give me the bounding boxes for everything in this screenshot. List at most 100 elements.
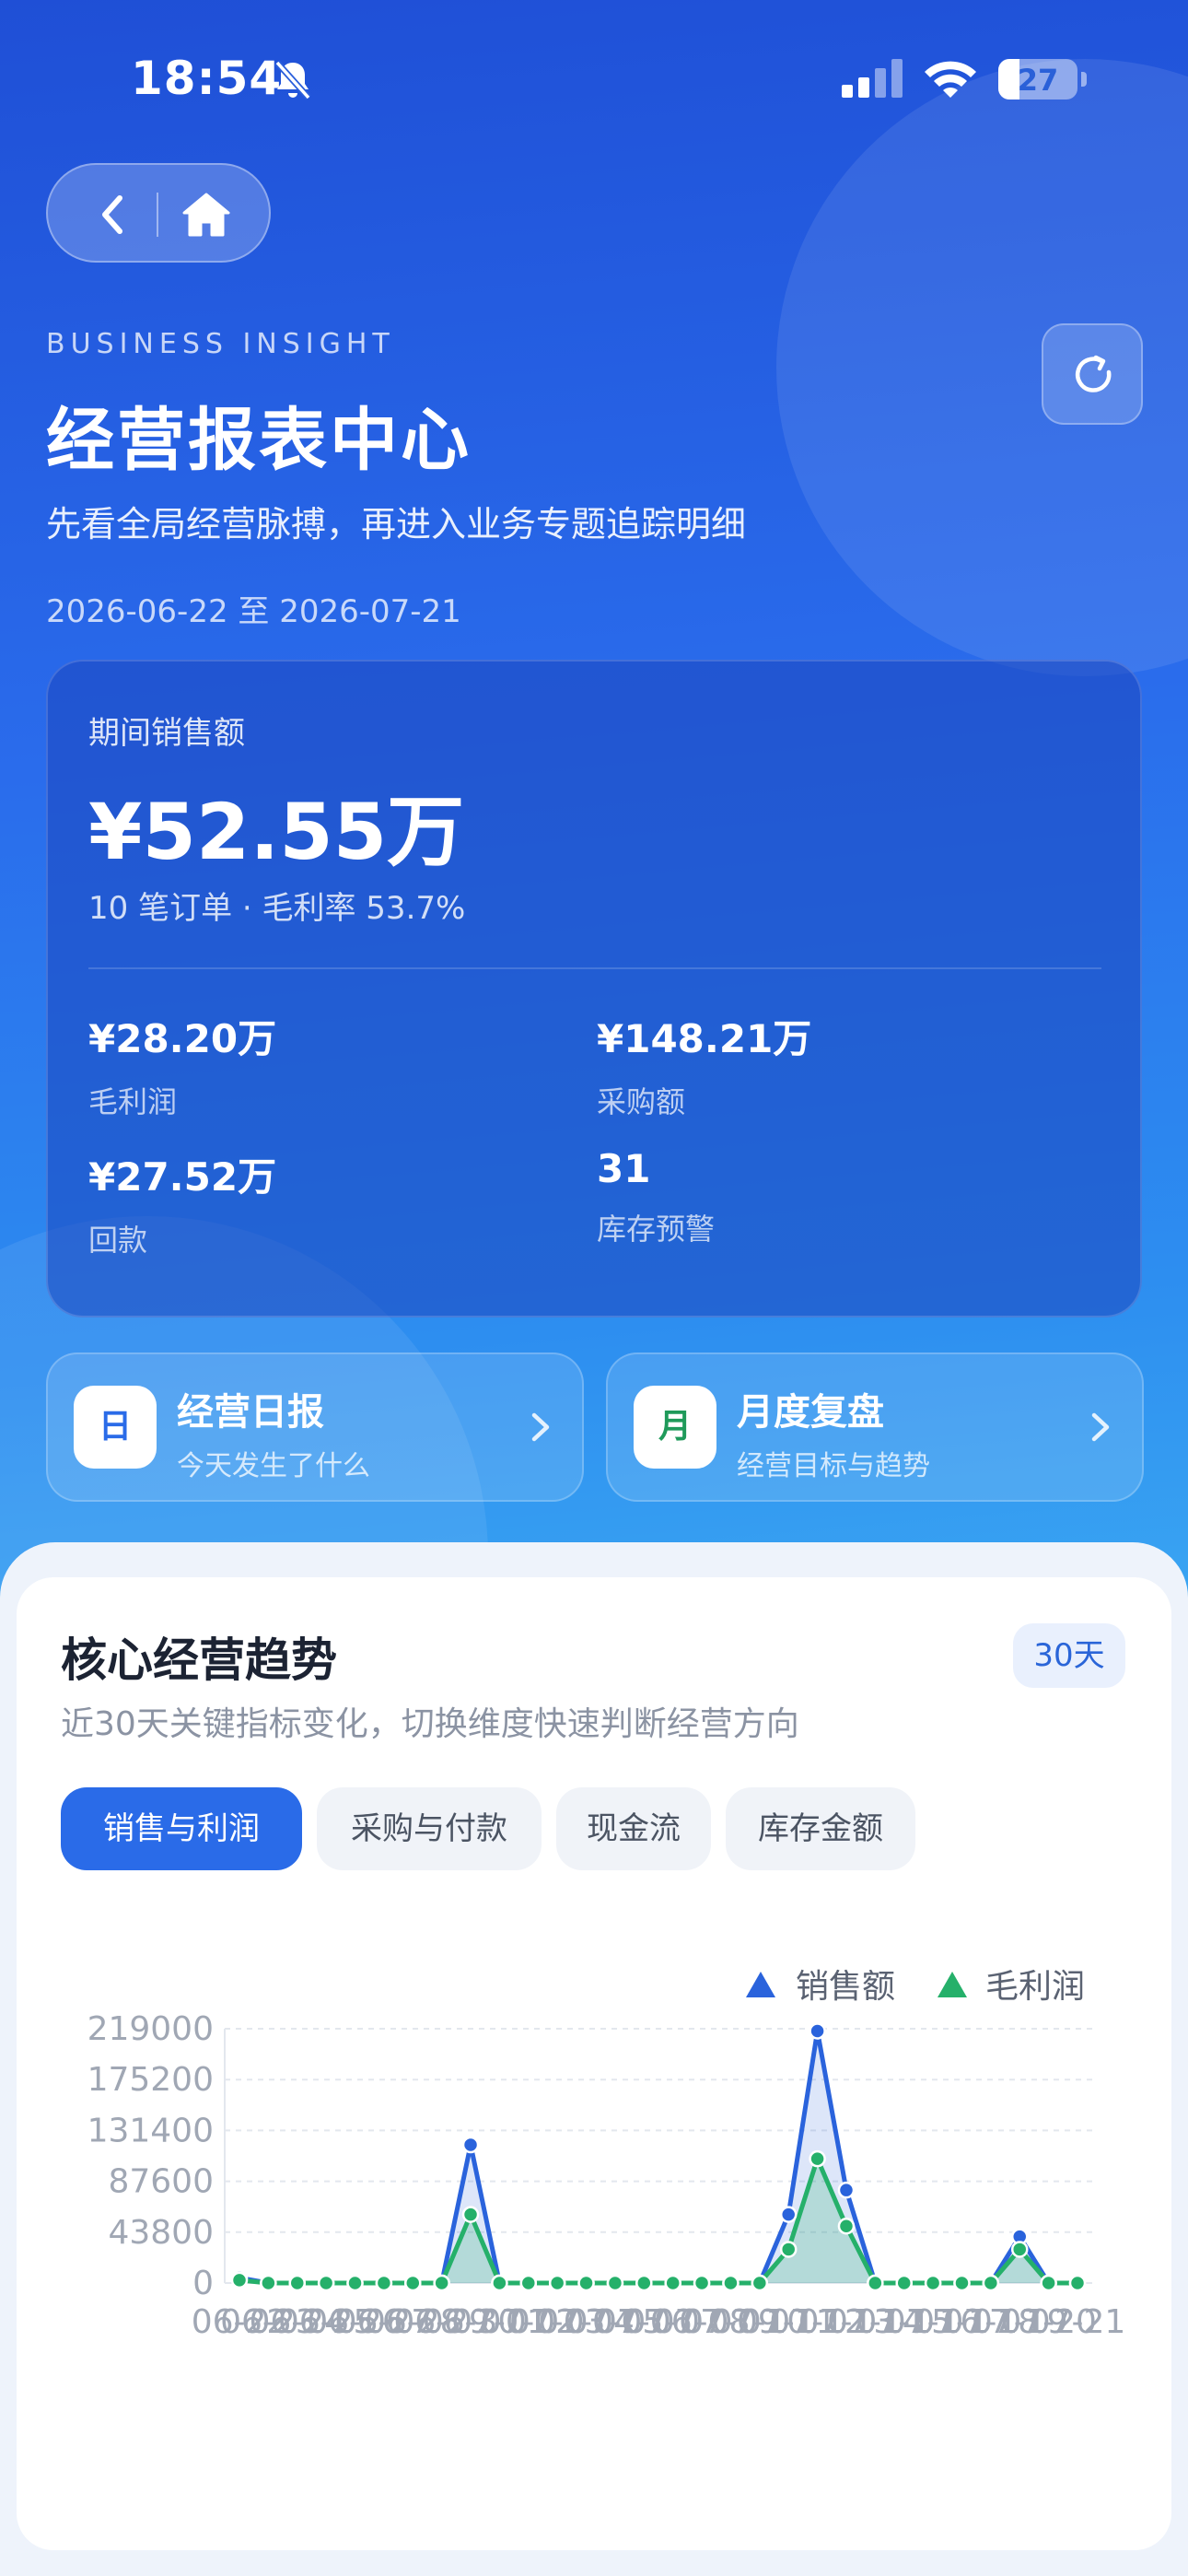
nav-capsule — [46, 163, 271, 263]
hero-section: 18:54 27 BUSINESS INSIGHT 经营报表中心 先看全局经营脉… — [0, 0, 1188, 1622]
data-point[interactable] — [751, 2274, 769, 2292]
page-subtitle: 先看全局经营脉搏，再进入业务专题追踪明细 — [46, 504, 747, 544]
date-range: 2026-06-22 至 2026-07-21 — [46, 593, 461, 630]
data-point[interactable] — [635, 2274, 653, 2292]
data-point[interactable] — [982, 2274, 1000, 2292]
data-point[interactable] — [809, 2022, 826, 2040]
data-point[interactable] — [837, 2217, 856, 2235]
battery-cap — [1081, 72, 1087, 87]
nav-divider — [157, 193, 158, 237]
summary-divider — [88, 967, 1101, 969]
wifi-icon — [925, 61, 976, 98]
sales-value: ¥52.55万 — [88, 787, 465, 877]
month-badge: 月 — [634, 1386, 716, 1469]
data-point[interactable] — [895, 2274, 913, 2292]
y-tick-label: 0 — [192, 2265, 214, 2302]
data-point[interactable] — [288, 2274, 307, 2292]
data-point[interactable] — [722, 2274, 740, 2292]
data-point[interactable] — [230, 2271, 249, 2289]
chevron-right-icon — [531, 1412, 550, 1442]
eyebrow-text: BUSINESS INSIGHT — [46, 328, 395, 360]
tab-inventory-value[interactable]: 库存金额 — [726, 1787, 915, 1870]
sales-label: 期间销售额 — [88, 715, 245, 752]
metric-gross-profit: ¥28.20万 毛利润 — [88, 1008, 276, 1121]
legend-sales-marker — [746, 1972, 775, 1997]
metric-label: 采购额 — [597, 1084, 686, 1119]
day-badge: 日 — [74, 1386, 157, 1469]
y-tick-label: 131400 — [87, 2112, 214, 2149]
data-point[interactable] — [375, 2274, 393, 2292]
data-point[interactable] — [867, 2274, 884, 2292]
data-point[interactable] — [433, 2274, 450, 2292]
data-point[interactable] — [577, 2274, 595, 2292]
metric-stock-alert: 31 库存预警 — [597, 1146, 715, 1248]
home-icon[interactable] — [179, 187, 234, 242]
data-point[interactable] — [664, 2274, 681, 2292]
data-point[interactable] — [519, 2274, 538, 2292]
status-time: 18:54 — [131, 52, 283, 105]
data-point[interactable] — [953, 2274, 971, 2292]
data-point[interactable] — [837, 2181, 856, 2199]
legend-profit-label: 毛利润 — [985, 1968, 1085, 2006]
page-title: 经营报表中心 — [46, 401, 472, 480]
battery-indicator: 27 — [998, 59, 1077, 100]
bell-muted-icon — [274, 60, 311, 100]
metric-purchase: ¥148.21万 采购额 — [597, 1008, 811, 1121]
metric-value: ¥148.21万 — [597, 1016, 812, 1061]
data-point[interactable] — [606, 2274, 624, 2292]
quick-link-title: 月度复盘 — [737, 1391, 884, 1434]
data-point[interactable] — [317, 2274, 335, 2292]
metric-value: ¥27.52万 — [88, 1154, 277, 1200]
cellular-signal-icon — [842, 59, 903, 98]
data-point[interactable] — [924, 2274, 942, 2292]
monthly-review-link[interactable]: 月 月度复盘 经营目标与趋势 — [606, 1352, 1144, 1502]
x-tick-label: 07-21 — [1030, 2303, 1126, 2341]
period-badge[interactable]: 30天 — [1013, 1623, 1125, 1688]
metric-label: 库存预警 — [597, 1212, 716, 1247]
series-line — [239, 2156, 1077, 2286]
battery-percent: 27 — [1017, 63, 1059, 98]
summary-card: 期间销售额 ¥52.55万 10 笔订单 · 毛利率 53.7% ¥28.20万… — [46, 660, 1142, 1317]
refresh-icon — [1076, 355, 1112, 392]
chevron-right-icon — [1091, 1412, 1110, 1442]
daily-report-link[interactable]: 日 经营日报 今天发生了什么 — [46, 1352, 584, 1502]
data-point[interactable] — [346, 2274, 364, 2292]
quick-link-subtitle: 今天发生了什么 — [177, 1450, 370, 1482]
metric-value: 31 — [597, 1146, 651, 1191]
data-point[interactable] — [693, 2274, 711, 2292]
series-area — [239, 2159, 1077, 2283]
tab-cash-flow[interactable]: 现金流 — [556, 1787, 711, 1870]
chart-legend: 销售额 毛利润 — [746, 1968, 1085, 2006]
data-point[interactable] — [1010, 2241, 1029, 2258]
trend-card: 核心经营趋势 近30天关键指标变化，切换维度快速判断经营方向 30天 销售与利润… — [17, 1577, 1171, 2550]
quick-link-title: 经营日报 — [177, 1391, 324, 1434]
data-point[interactable] — [809, 2149, 826, 2168]
series-area — [239, 2031, 1077, 2283]
data-point[interactable] — [548, 2274, 566, 2292]
y-tick-label: 87600 — [108, 2163, 214, 2201]
y-tick-label: 219000 — [87, 2010, 214, 2048]
series-line — [239, 2029, 1077, 2286]
quick-link-subtitle: 经营目标与趋势 — [737, 1450, 930, 1482]
y-tick-label: 43800 — [108, 2214, 214, 2252]
data-point[interactable] — [491, 2274, 508, 2292]
trend-title: 核心经营趋势 — [61, 1633, 337, 1687]
data-point[interactable] — [779, 2206, 798, 2223]
data-point[interactable] — [260, 2274, 277, 2292]
sales-meta: 10 笔订单 · 毛利率 53.7% — [88, 890, 466, 927]
data-point[interactable] — [1040, 2274, 1057, 2292]
legend-profit-marker — [938, 1972, 967, 1997]
trend-subtitle: 近30天关键指标变化，切换维度快速判断经营方向 — [61, 1705, 799, 1743]
data-point[interactable] — [779, 2241, 798, 2258]
tab-sales-profit[interactable]: 销售与利润 — [61, 1787, 302, 1870]
data-point[interactable] — [404, 2274, 422, 2292]
tab-purchase-payment[interactable]: 采购与付款 — [317, 1787, 542, 1870]
refresh-button[interactable] — [1042, 323, 1143, 425]
data-point[interactable] — [461, 2206, 480, 2223]
metric-collection: ¥27.52万 回款 — [88, 1146, 276, 1259]
data-point[interactable] — [461, 2136, 480, 2154]
data-point[interactable] — [1068, 2274, 1087, 2292]
legend-sales-label: 销售额 — [796, 1968, 895, 2006]
status-bar: 18:54 27 — [0, 0, 1188, 157]
back-chevron-icon[interactable] — [88, 189, 140, 240]
